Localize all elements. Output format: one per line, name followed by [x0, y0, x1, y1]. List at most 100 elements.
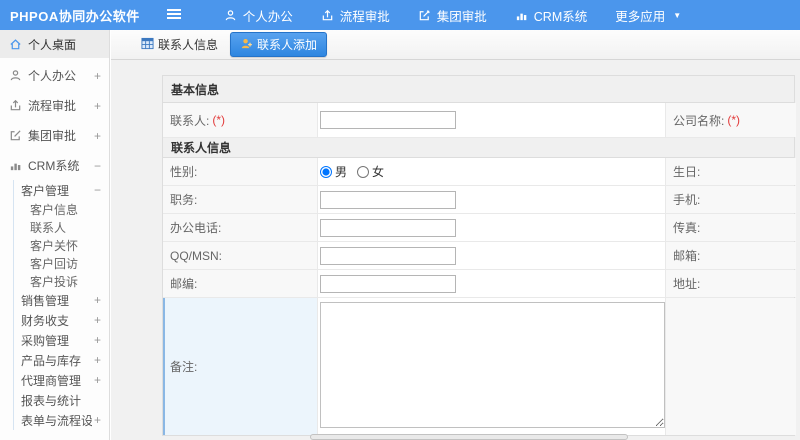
home-icon [9, 38, 22, 51]
contact-name-input[interactable] [320, 111, 456, 129]
bar-chart-icon [9, 159, 22, 172]
office-phone-label: 办公电话: [163, 214, 318, 241]
upload-icon [321, 9, 334, 22]
sidebar-item-customer-complaint[interactable]: 客户投诉 [14, 272, 109, 290]
form-row-zip-address: 邮编: 地址: [163, 270, 796, 298]
caret-down-icon: ▼ [673, 10, 682, 20]
zip-code-label: 邮编: [163, 270, 318, 297]
tab-label: 联系人信息 [158, 38, 219, 52]
gender-female-radio[interactable] [357, 165, 370, 178]
form-row-gender-birthday: 性别: 男 女 生日: [163, 158, 796, 186]
remark-textarea[interactable] [320, 302, 665, 428]
sidebar-item-customer-care[interactable]: 客户关怀 [14, 236, 109, 254]
sidebar-item-workflow-approval[interactable]: 流程审批 + [0, 93, 109, 118]
gender-cell: 男 女 [318, 158, 666, 185]
zip-code-input[interactable] [320, 274, 456, 293]
sidebar-item-personal-office[interactable]: 个人办公 + [0, 63, 109, 88]
address-label: 地址: [666, 270, 796, 297]
gender-male-label[interactable]: 男 [335, 163, 347, 180]
nav-label: CRM系统 [533, 9, 588, 24]
sidebar-item-sales-management[interactable]: 销售管理 + [14, 290, 109, 310]
sidebar-item-group-approval[interactable]: 集团审批 + [0, 123, 109, 148]
sidebar-item-admin-office[interactable]: 行政办公 + [0, 435, 109, 440]
gender-female-label[interactable]: 女 [372, 163, 384, 180]
edit-icon [418, 9, 431, 22]
gender-male-radio[interactable] [320, 165, 332, 178]
person-add-icon [240, 37, 253, 53]
qq-msn-label: QQ/MSN: [163, 242, 318, 269]
nav-crm-system[interactable]: CRM系统 [501, 0, 601, 30]
office-phone-input[interactable] [320, 218, 456, 237]
job-title-cell [318, 186, 666, 213]
contact-add-form: 基本信息 联系人: (*) 公司名称: (*) 联系人信息 性别: 男 女 生日… [162, 75, 796, 436]
app-window: PHPOA协同办公软件 个人办公 流程审批 集团审批 CRM系统 更多应用 ▼ … [0, 0, 800, 440]
zip-code-cell [318, 270, 666, 297]
form-row-qq-email: QQ/MSN: 邮箱: [163, 242, 796, 270]
birthday-label: 生日: [666, 158, 796, 185]
tab-bar: 联系人信息 联系人添加 [111, 30, 800, 60]
form-row-job-mobile: 职务: 手机: [163, 186, 796, 214]
sidebar: 个人桌面 个人办公 + 流程审批 + 集团审批 + CRM系统 − 客户管理 −… [0, 30, 110, 440]
hamburger-menu-icon[interactable] [160, 6, 188, 25]
required-mark: (*) [727, 113, 741, 127]
edit-icon [9, 129, 22, 142]
gender-label: 性别: [163, 158, 318, 185]
nav-personal-office[interactable]: 个人办公 [210, 0, 307, 30]
sidebar-item-reports-statistics[interactable]: 报表与统计 [14, 390, 109, 410]
horizontal-scrollbar-thumb[interactable] [310, 434, 628, 440]
section-header-contact-info: 联系人信息 [163, 138, 794, 158]
remark-label: 备注: [163, 298, 318, 435]
user-icon [224, 9, 237, 22]
form-row-remark: 备注: [163, 298, 796, 435]
tab-contact-add[interactable]: 联系人添加 [230, 32, 328, 57]
nav-label: 个人办公 [242, 9, 293, 24]
form-row-contact-company: 联系人: (*) 公司名称: (*) [163, 103, 796, 138]
remark-right-spacer [666, 298, 796, 435]
nav-more-apps[interactable]: 更多应用 ▼ [601, 0, 695, 30]
sidebar-item-product-inventory[interactable]: 产品与库存 + [14, 350, 109, 370]
upload-icon [9, 99, 22, 112]
sidebar-item-personal-desktop[interactable]: 个人桌面 [0, 30, 109, 58]
main-content: 联系人信息 联系人添加 基本信息 联系人: (*) 公司名称: (*) 联系人信… [111, 30, 800, 440]
top-bar: PHPOA协同办公软件 个人办公 流程审批 集团审批 CRM系统 更多应用 ▼ [0, 0, 800, 30]
hamburger-glyph [166, 8, 181, 19]
sidebar-item-contacts[interactable]: 联系人 [14, 218, 109, 236]
company-name-label: 公司名称: (*) [666, 103, 796, 137]
nav-label: 流程审批 [339, 9, 390, 24]
contact-name-cell [318, 103, 666, 137]
gender-radio-group: 男 女 [320, 163, 392, 180]
user-icon [9, 69, 22, 82]
remark-cell [318, 298, 666, 435]
app-logo: PHPOA协同办公软件 [10, 8, 140, 24]
sidebar-item-agent-management[interactable]: 代理商管理 + [14, 370, 109, 390]
section-header-basic-info: 基本信息 [163, 76, 794, 103]
job-title-label: 职务: [163, 186, 318, 213]
nav-label: 更多应用 [615, 9, 666, 24]
mobile-label: 手机: [666, 186, 796, 213]
office-phone-cell [318, 214, 666, 241]
form-row-office-phone-fax: 办公电话: 传真: [163, 214, 796, 242]
tab-label: 联系人添加 [257, 38, 318, 52]
crm-subtree: 客户管理 − 客户信息 联系人 客户关怀 客户回访 客户投诉 销售管理 + 财务… [13, 180, 109, 430]
sidebar-item-customer-return-visit[interactable]: 客户回访 [14, 254, 109, 272]
top-navigation: 个人办公 流程审批 集团审批 CRM系统 更多应用 ▼ [210, 0, 695, 30]
table-icon [141, 37, 154, 53]
qq-msn-input[interactable] [320, 246, 456, 265]
sidebar-item-customer-management[interactable]: 客户管理 − [14, 180, 109, 200]
sidebar-item-finance-income-expense[interactable]: 财务收支 + [14, 310, 109, 330]
sidebar-item-purchase-management[interactable]: 采购管理 + [14, 330, 109, 350]
email-label: 邮箱: [666, 242, 796, 269]
sidebar-item-customer-info[interactable]: 客户信息 [14, 200, 109, 218]
tab-contact-info[interactable]: 联系人信息 [135, 32, 224, 57]
contact-name-label: 联系人: (*) [163, 103, 318, 137]
nav-group-approval[interactable]: 集团审批 [404, 0, 501, 30]
fax-label: 传真: [666, 214, 796, 241]
qq-msn-cell [318, 242, 666, 269]
job-title-input[interactable] [320, 190, 456, 209]
nav-workflow-approval[interactable]: 流程审批 [307, 0, 404, 30]
required-mark: (*) [212, 113, 226, 127]
bar-chart-icon [515, 9, 528, 22]
sidebar-item-crm-system[interactable]: CRM系统 − [0, 153, 109, 178]
nav-label: 集团审批 [436, 9, 487, 24]
sidebar-item-form-workflow-settings[interactable]: 表单与流程设置 + [14, 410, 109, 430]
